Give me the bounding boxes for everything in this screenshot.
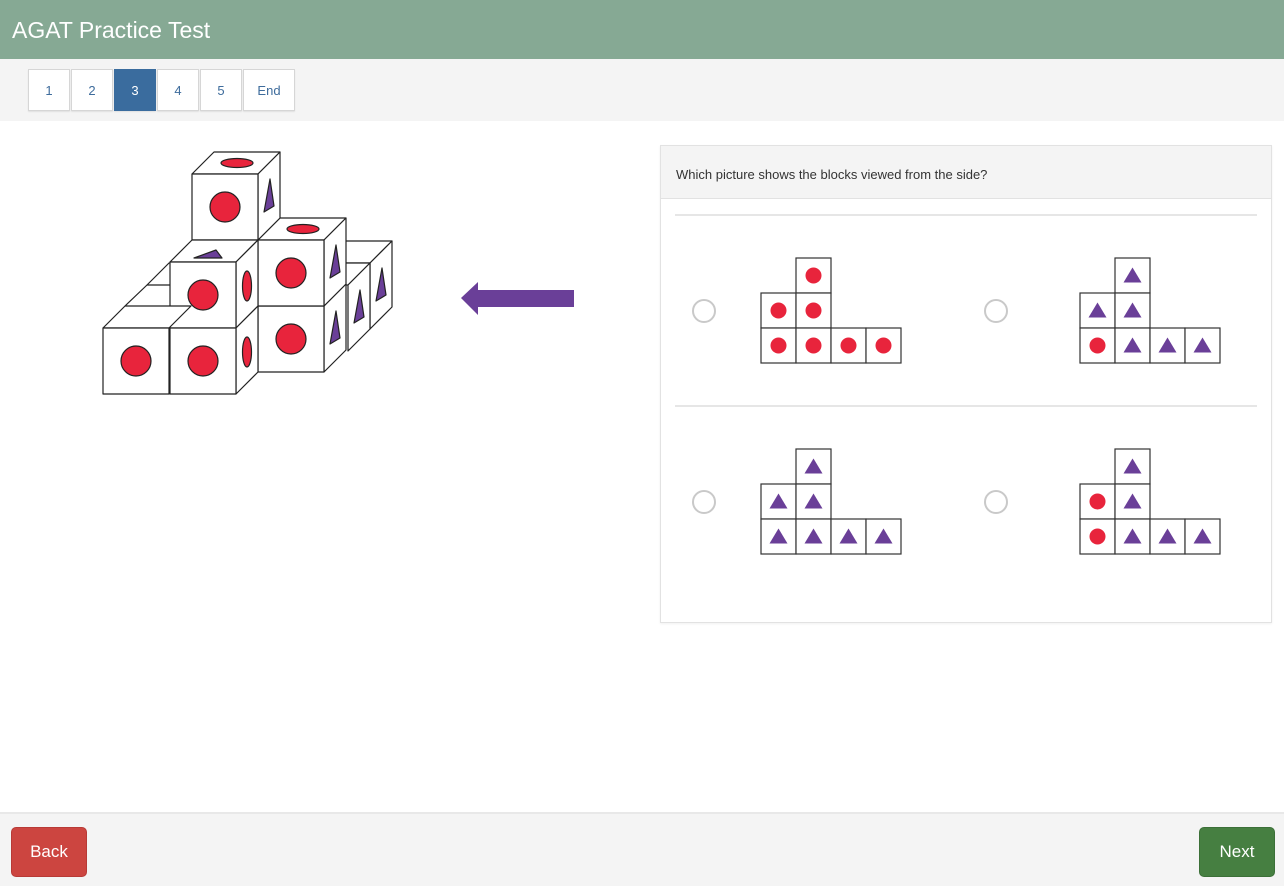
answer-option-a[interactable] [661, 246, 951, 366]
question-navigation: 1 2 3 4 5 End [0, 59, 1284, 121]
question-prompt: Which picture shows the blocks viewed fr… [661, 146, 1271, 199]
option-c-picture [760, 448, 902, 555]
red-circle-icon [209, 191, 241, 223]
red-circle-icon [840, 337, 857, 354]
red-circle-icon [275, 323, 307, 355]
red-circle-icon [805, 267, 822, 284]
red-circle-icon [805, 337, 822, 354]
red-circle-icon [770, 302, 787, 319]
option-d-picture [1079, 448, 1221, 555]
red-circle-icon [120, 345, 152, 377]
footer-bar: Back Next [0, 812, 1284, 886]
red-circle-icon [1089, 528, 1106, 545]
option-a-radio[interactable] [692, 299, 716, 323]
red-circle-icon [286, 223, 320, 235]
red-circle-icon [187, 279, 219, 311]
red-circle-icon [770, 337, 787, 354]
page-button-3[interactable]: 3 [114, 69, 156, 111]
question-panel: Which picture shows the blocks viewed fr… [660, 145, 1272, 623]
answer-option-b[interactable] [953, 246, 1243, 366]
page-button-5[interactable]: 5 [200, 69, 242, 111]
answer-option-d[interactable] [953, 437, 1243, 557]
red-circle-icon [220, 157, 254, 169]
answer-option-c[interactable] [661, 437, 951, 557]
red-circle-icon [1089, 493, 1106, 510]
cube-stack-figure [102, 151, 393, 395]
option-b-radio[interactable] [984, 299, 1008, 323]
red-circle-icon [1089, 337, 1106, 354]
page-button-2[interactable]: 2 [71, 69, 113, 111]
red-circle-icon [275, 257, 307, 289]
app-header: AGAT Practice Test [0, 0, 1284, 59]
page-button-4[interactable]: 4 [157, 69, 199, 111]
red-circle-icon [187, 345, 219, 377]
back-button[interactable]: Back [11, 827, 87, 877]
next-button[interactable]: Next [1199, 827, 1275, 877]
divider [675, 214, 1257, 216]
page-button-1[interactable]: 1 [28, 69, 70, 111]
red-circle-icon [805, 302, 822, 319]
red-circle-icon [241, 270, 253, 302]
view-direction-arrow-icon [461, 282, 574, 315]
option-c-radio[interactable] [692, 490, 716, 514]
option-b-picture [1079, 257, 1221, 364]
option-a-picture [760, 257, 902, 364]
red-circle-icon [875, 337, 892, 354]
divider [675, 405, 1257, 407]
red-circle-icon [241, 336, 253, 368]
cube-edge [124, 284, 170, 307]
page-button-end[interactable]: End [243, 69, 295, 111]
app-title: AGAT Practice Test [12, 17, 211, 43]
pagination: 1 2 3 4 5 End [28, 69, 296, 111]
option-d-radio[interactable] [984, 490, 1008, 514]
